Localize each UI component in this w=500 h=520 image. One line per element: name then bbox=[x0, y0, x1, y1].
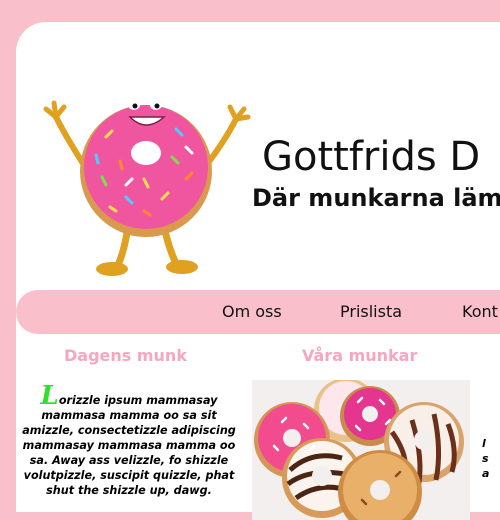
site-title: Gottfrids D bbox=[262, 133, 481, 180]
donuts-photo bbox=[252, 380, 470, 520]
nav-item-kontakt[interactable]: Kont bbox=[462, 302, 498, 321]
donut-mascot-logo bbox=[43, 100, 251, 276]
nav-item-prislista[interactable]: Prislista bbox=[340, 302, 402, 321]
right-text-line-2: s bbox=[482, 452, 489, 465]
site-tagline: Där munkarna lämn bbox=[252, 184, 500, 212]
nav-item-om-oss[interactable]: Om oss bbox=[222, 302, 282, 321]
todays-donut-heading: Dagens munk bbox=[64, 346, 187, 365]
article-body: orizzle ipsum mammasay mammasa mamma oo … bbox=[22, 394, 236, 497]
todays-donut-text: Lorizzle ipsum mammasay mammasa mamma oo… bbox=[16, 383, 242, 498]
right-text-line-3: a bbox=[482, 467, 490, 480]
page-container: Gottfrids D Där munkarna lämn Om oss Pri… bbox=[16, 22, 500, 520]
our-donuts-heading: Våra munkar bbox=[302, 346, 418, 365]
dropcap-letter: L bbox=[40, 381, 59, 411]
right-column-text: l s a bbox=[482, 436, 500, 481]
main-nav: Om oss Prislista Kont bbox=[16, 290, 500, 334]
right-text-line-1: l bbox=[482, 437, 486, 450]
